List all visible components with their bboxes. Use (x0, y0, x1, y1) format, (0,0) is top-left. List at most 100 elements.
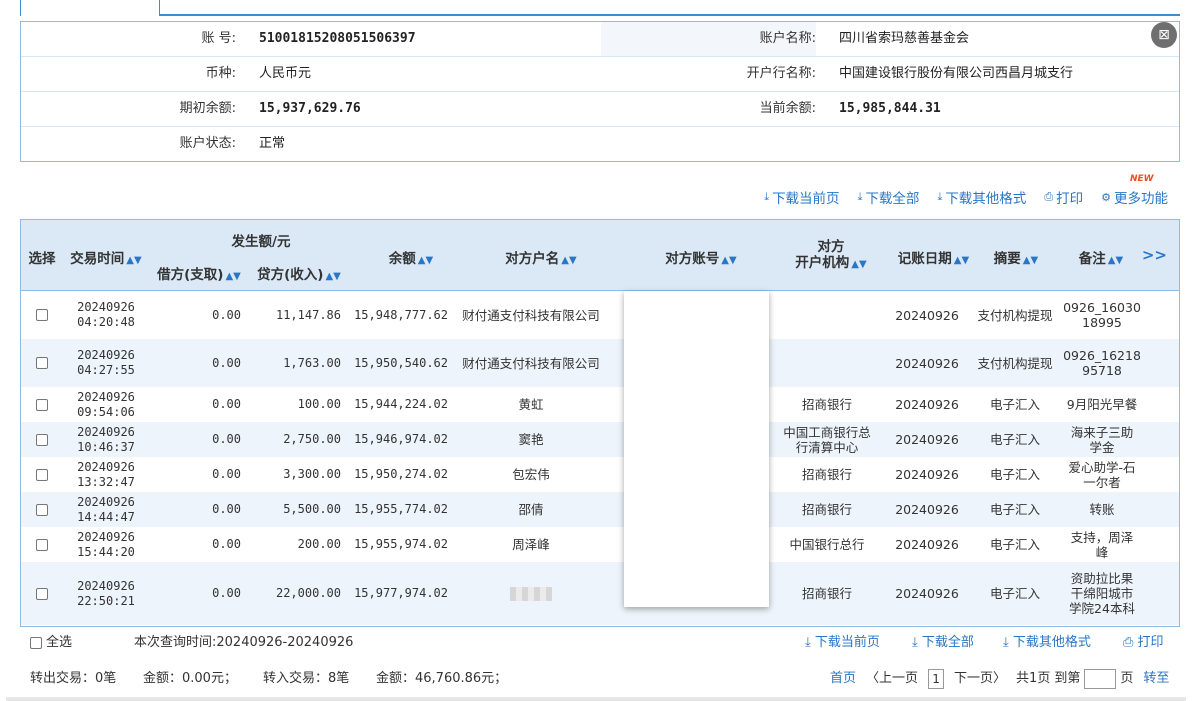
row-checkbox[interactable] (36, 587, 48, 600)
bank-label: 开户行名称: (746, 66, 816, 81)
row-select[interactable] (25, 457, 59, 492)
sort-icon[interactable]: ▲▼ (954, 255, 969, 266)
col-debit[interactable]: 借方(支取) ▲▼ (151, 263, 247, 283)
row-select[interactable] (25, 422, 59, 457)
cell-balance: 15,946,974.02 (354, 432, 448, 446)
row-select[interactable] (25, 562, 59, 625)
table-row[interactable]: 20240926 04:20:48 0.00 11,147.86 15,948,777.… (21, 291, 1179, 339)
printer-icon: ⎙ (1044, 190, 1054, 203)
cell-counterparty-name: 周泽峰 (512, 537, 550, 552)
prev-page-link[interactable]: 〈上一页 (866, 664, 918, 694)
row-checkbox[interactable] (36, 503, 48, 516)
cell-book-date: 20240926 (895, 355, 959, 371)
select-all[interactable]: 全选 (30, 628, 72, 658)
status-value: 正常 (259, 136, 286, 151)
cell-summary: 支付机构提现 (977, 307, 1053, 323)
col-counterparty-bank[interactable]: 对方 开户机构 ▲▼ (781, 239, 881, 273)
pager: 首页 〈上一页 1 下一页〉 共1页 到第 页 转至 (830, 664, 1169, 694)
row-select[interactable] (25, 492, 59, 527)
row-checkbox[interactable] (36, 468, 48, 481)
col-counterparty-name[interactable]: 对方户名 ▲▼ (471, 247, 611, 267)
row-checkbox[interactable] (36, 357, 48, 369)
col-credit[interactable]: 贷方(收入) ▲▼ (251, 263, 347, 283)
cell-time: 20240926 09:54:06 (77, 389, 135, 419)
col-time[interactable]: 交易时间 ▲▼ (67, 247, 145, 267)
col-book-date[interactable]: 记账日期 ▲▼ (891, 247, 976, 267)
select-all-checkbox[interactable] (30, 637, 42, 649)
sort-icon[interactable]: ▲▼ (418, 255, 433, 266)
in-tx-count: 转入交易：8笔 (263, 671, 350, 686)
tab-bar (20, 0, 1180, 16)
first-page-link[interactable]: 首页 (830, 664, 856, 694)
sort-icon[interactable]: ▲▼ (126, 255, 141, 266)
cell-counterparty-name: 财付通支付科技有限公司 (462, 307, 600, 323)
cell-remark: 9月阳光早餐 (1066, 397, 1138, 412)
footer-download-current[interactable]: ⤓ 下载当前页 (805, 628, 880, 658)
out-tx-count: 转出交易：0笔 (30, 671, 117, 686)
current-page[interactable]: 1 (928, 669, 945, 689)
more-functions-button[interactable]: ⚙ 更多功能 (1101, 187, 1168, 208)
sort-icon[interactable]: ▲▼ (325, 271, 340, 282)
cell-remark: 0926_16218 95718 (1063, 348, 1141, 378)
table-row[interactable]: 20240926 15:44:20 0.00 200.00 15,955,974.02 周… (21, 527, 1179, 562)
download-icon: ⤓ (1003, 635, 1013, 650)
print-button[interactable]: ⎙ 打印 (1044, 187, 1083, 207)
row-checkbox[interactable] (36, 398, 48, 411)
query-time: 本次查询时间:20240926-20240926 (134, 635, 354, 650)
next-page-link[interactable]: 下一页〉 (954, 664, 1006, 694)
cell-debit: 0.00 (212, 537, 241, 551)
row-checkbox[interactable] (36, 433, 48, 446)
cell-book-date: 20240926 (895, 502, 959, 517)
cell-balance: 15,948,777.62 (354, 307, 448, 322)
download-current-button[interactable]: ⤓ 下载当前页 (764, 187, 839, 207)
row-select[interactable] (25, 527, 59, 562)
blurred-name (510, 586, 552, 601)
footer-download-other[interactable]: ⤓ 下载其他格式 (1003, 628, 1091, 658)
cell-balance: 15,944,224.02 (354, 397, 448, 411)
sort-icon[interactable]: ▲▼ (851, 259, 866, 270)
sort-icon[interactable]: ▲▼ (225, 271, 240, 282)
bank-value: 中国建设银行股份有限公司西昌月城支行 (839, 66, 1074, 81)
cell-credit: 200.00 (297, 537, 341, 551)
col-counterparty-account[interactable]: 对方账号 ▲▼ (631, 247, 771, 267)
goto-page-input[interactable] (1084, 669, 1117, 689)
sort-icon[interactable]: ▲▼ (1023, 255, 1038, 266)
col-remark[interactable]: 备注 ▲▼ (1066, 247, 1136, 267)
footer-download-all[interactable]: ⤓ 下载全部 (912, 628, 974, 658)
info-row-balance: 期初余额: 15,937,629.76 当前余额: 15,985,844.31 (21, 92, 1179, 127)
cell-remark: 支持，周泽峰 (1070, 529, 1134, 560)
row-checkbox[interactable] (36, 538, 48, 551)
row-select[interactable] (25, 339, 59, 387)
cell-debit: 0.00 (212, 355, 241, 370)
row-checkbox[interactable] (36, 309, 48, 321)
cell-counterparty-bank: 招商银行 (801, 502, 852, 517)
cell-book-date: 20240926 (895, 432, 959, 447)
col-summary[interactable]: 摘要 ▲▼ (981, 247, 1051, 267)
more-columns-button[interactable]: >> (1142, 246, 1167, 264)
goto-label: 到第 (1054, 671, 1081, 686)
sort-icon[interactable]: ▲▼ (721, 255, 736, 266)
cell-credit: 100.00 (297, 397, 341, 411)
table-row[interactable]: 20240926 04:27:55 0.00 1,763.00 15,950,540.6… (21, 339, 1179, 387)
col-balance[interactable]: 余额 ▲▼ (361, 247, 461, 267)
download-all-button[interactable]: ⤓ 下载全部 (858, 187, 920, 207)
table-row[interactable]: 20240926 22:50:21 0.00 22,000.00 15,977,974.… (21, 562, 1179, 625)
table-row[interactable]: 20240926 10:46:37 0.00 2,750.00 15,946,974.0… (21, 422, 1179, 457)
goto-button[interactable]: 转至 (1143, 664, 1169, 694)
cell-credit: 5,500.00 (283, 502, 341, 516)
cell-balance: 15,955,774.02 (354, 502, 448, 516)
cell-summary: 电子汇入 (989, 397, 1040, 412)
table-row[interactable]: 20240926 09:54:06 0.00 100.00 15,944,224.02 黄… (21, 387, 1179, 422)
table-row[interactable]: 20240926 13:32:47 0.00 3,300.00 15,950,274.0… (21, 457, 1179, 492)
download-other-button[interactable]: ⤓ 下载其他格式 (937, 187, 1026, 207)
sort-icon[interactable]: ▲▼ (1108, 255, 1123, 266)
cell-counterparty-name (457, 562, 605, 625)
row-select[interactable] (25, 387, 59, 422)
table-row[interactable]: 20240926 14:44:47 0.00 5,500.00 15,955,774.0… (21, 492, 1179, 527)
sort-icon[interactable]: ▲▼ (561, 255, 576, 266)
row-select[interactable] (25, 291, 59, 339)
active-tab[interactable] (20, 0, 160, 16)
total-pages: 共1页 (1016, 671, 1051, 686)
footer-print[interactable]: ⎙ 打印 (1123, 628, 1164, 658)
cell-debit: 0.00 (212, 467, 241, 481)
